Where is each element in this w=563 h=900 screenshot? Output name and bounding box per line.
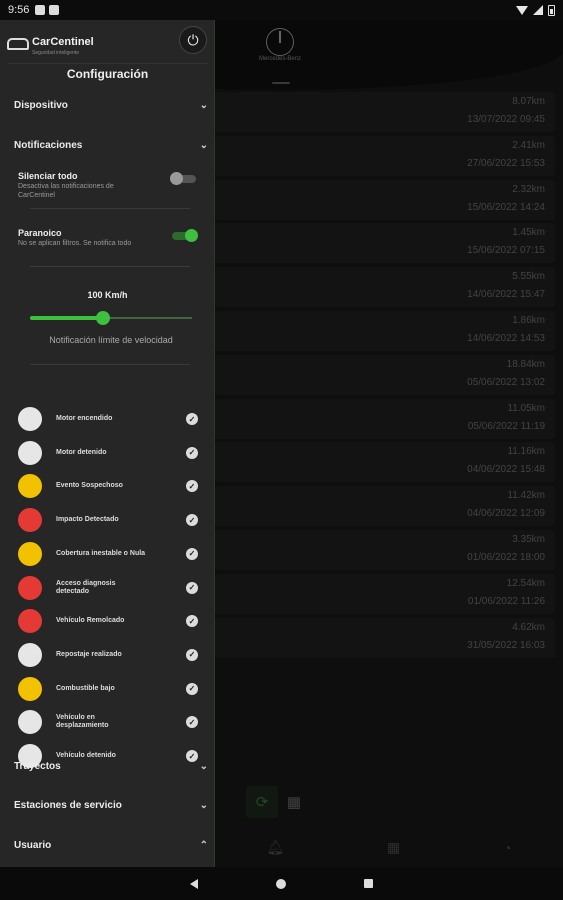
check-icon[interactable]: ✓ bbox=[186, 615, 198, 628]
notification-type-label: Repostaje realizado bbox=[56, 650, 122, 658]
notification-type-label: Vehículo detenido bbox=[56, 752, 116, 759]
notification-type-label: Combustible bajo bbox=[56, 684, 115, 692]
notification-type-item[interactable]: Motor detenido ✓ bbox=[18, 440, 198, 466]
section-device[interactable]: Dispositivo ⌄ bbox=[14, 100, 208, 111]
notification-type-item[interactable]: Cobertura inestable o Nula ✓ bbox=[18, 541, 198, 567]
chevron-down-icon: ⌄ bbox=[199, 140, 208, 151]
check-icon[interactable]: ✓ bbox=[186, 413, 198, 425]
coverage-icon bbox=[18, 541, 42, 566]
notification-type-label: Impacto Detectado bbox=[56, 516, 119, 524]
home-icon[interactable] bbox=[276, 878, 286, 889]
paranoid-description: No se aplican filtros. Se notifica todo bbox=[18, 240, 132, 247]
mute-all-setting: Silenciar todo Desactiva las notificacio… bbox=[18, 171, 196, 200]
mute-all-description: Desactiva las notificaciones de CarCenti… bbox=[18, 183, 114, 199]
chevron-down-icon: ⌄ bbox=[199, 761, 208, 772]
notification-type-item[interactable]: Combustible bajo ✓ bbox=[18, 676, 198, 702]
battery-icon bbox=[548, 4, 555, 16]
system-nav-bar bbox=[0, 867, 563, 900]
carcentinel-logo: CarCentinel Seguridad inteligente bbox=[7, 32, 94, 56]
divider bbox=[30, 208, 190, 209]
notification-type-label: Evento Sospechoso bbox=[56, 482, 123, 490]
engine-off-icon bbox=[18, 440, 42, 465]
engine-on-icon bbox=[18, 407, 42, 431]
section-label: Trayectos bbox=[14, 761, 61, 772]
section-label: Estaciones de servicio bbox=[14, 800, 122, 811]
notification-type-item[interactable]: Acceso diagnosis detectado ✓ bbox=[18, 575, 198, 601]
section-label: Usuario bbox=[14, 840, 52, 851]
speed-limit-value: 100 Km/h bbox=[87, 290, 128, 300]
notification-type-item[interactable]: Repostaje realizado ✓ bbox=[18, 642, 198, 668]
tow-icon bbox=[18, 609, 42, 634]
speed-limit-slider[interactable] bbox=[30, 311, 192, 325]
chevron-down-icon: ⌄ bbox=[199, 800, 208, 811]
diagnosis-icon bbox=[18, 575, 42, 600]
notification-type-item[interactable]: Vehículo Remolcado ✓ bbox=[18, 608, 198, 634]
signal-icon bbox=[533, 5, 543, 15]
speed-limit-label: Notificación límite de velocidad bbox=[49, 335, 173, 345]
section-label: Notificaciones bbox=[14, 140, 83, 151]
logo-name: CarCentinel bbox=[32, 36, 94, 48]
check-icon[interactable]: ✓ bbox=[186, 514, 198, 527]
notification-type-item[interactable]: Impacto Detectado ✓ bbox=[18, 507, 198, 533]
notification-type-label: Vehículo Remolcado bbox=[56, 617, 125, 625]
divider bbox=[30, 266, 190, 267]
check-icon[interactable]: ✓ bbox=[186, 648, 198, 661]
check-icon[interactable]: ✓ bbox=[186, 446, 198, 459]
paranoid-setting: Paranoico No se aplican filtros. Se noti… bbox=[18, 228, 198, 248]
app-notification-icon bbox=[49, 5, 60, 15]
section-trips[interactable]: Trayectos ⌄ bbox=[14, 761, 208, 772]
divider bbox=[8, 63, 208, 64]
divider bbox=[30, 364, 190, 365]
notification-type-item[interactable]: Vehículo en desplazamiento ✓ bbox=[18, 709, 198, 735]
section-stations[interactable]: Estaciones de servicio ⌄ bbox=[14, 800, 208, 811]
notification-type-label: Motor detenido bbox=[56, 448, 107, 456]
slider-fill bbox=[30, 316, 103, 320]
status-time: 9:56 bbox=[8, 4, 30, 16]
notification-type-item[interactable]: Motor encendido ✓ bbox=[18, 406, 198, 432]
check-icon[interactable]: ✓ bbox=[186, 682, 198, 695]
settings-drawer: CarCentinel Seguridad inteligente ⏻ Conf… bbox=[0, 20, 215, 867]
check-icon[interactable]: ✓ bbox=[186, 581, 198, 594]
recents-icon[interactable] bbox=[364, 879, 373, 888]
notification-type-label: Acceso diagnosis detectado bbox=[56, 579, 116, 595]
logo-subtitle: Seguridad inteligente bbox=[32, 50, 79, 56]
notification-type-label: Cobertura inestable o Nula bbox=[56, 549, 146, 557]
car-logo-icon bbox=[7, 38, 29, 50]
drawer-title: Configuración bbox=[66, 67, 149, 81]
mute-all-toggle[interactable] bbox=[170, 172, 196, 185]
paranoid-toggle[interactable] bbox=[172, 229, 198, 242]
section-user[interactable]: Usuario ⌃ bbox=[14, 840, 208, 851]
crash-icon bbox=[18, 508, 42, 533]
check-icon[interactable]: ✓ bbox=[186, 547, 198, 560]
power-icon: ⏻ bbox=[187, 31, 199, 48]
check-icon[interactable]: ✓ bbox=[186, 716, 198, 729]
section-label: Dispositivo bbox=[14, 100, 68, 111]
notification-type-item[interactable]: Evento Sospechoso ✓ bbox=[18, 473, 198, 499]
power-button[interactable]: ⏻ bbox=[179, 26, 207, 54]
chevron-up-icon: ⌃ bbox=[199, 840, 208, 851]
refuel-icon bbox=[18, 642, 42, 667]
paranoid-title: Paranoico bbox=[18, 228, 62, 238]
notification-type-label: Motor encendido bbox=[56, 415, 113, 422]
back-icon[interactable] bbox=[190, 878, 198, 889]
check-icon[interactable]: ✓ bbox=[186, 480, 198, 493]
slider-thumb[interactable] bbox=[95, 311, 110, 325]
moving-car-icon bbox=[18, 710, 42, 735]
notification-type-label: Vehículo en desplazamiento bbox=[56, 714, 109, 730]
wifi-icon bbox=[516, 5, 528, 15]
app-notification-icon bbox=[35, 5, 46, 15]
warning-icon bbox=[18, 474, 42, 499]
chevron-down-icon: ⌄ bbox=[199, 100, 208, 111]
low-fuel-icon bbox=[18, 676, 42, 701]
section-notifications[interactable]: Notificaciones ⌄ bbox=[14, 140, 208, 151]
status-bar: 9:56 bbox=[0, 0, 563, 20]
